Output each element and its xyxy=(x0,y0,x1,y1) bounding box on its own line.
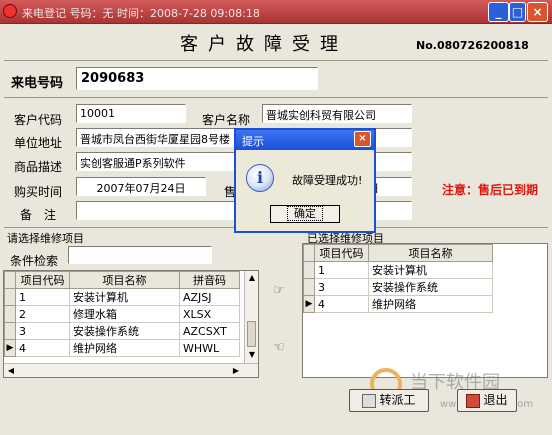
purchase-date-field[interactable]: 2007年07月24日 xyxy=(76,177,206,196)
table-row[interactable]: 3 安装操作系统 xyxy=(303,278,493,296)
add-item-hand-icon[interactable]: ☞ xyxy=(273,283,285,298)
search-label: 条件检索 xyxy=(10,254,59,268)
cell-pinyin: AZJSJ xyxy=(179,288,240,306)
customer-name-field[interactable]: 晋城实创科贸有限公司 xyxy=(262,104,412,123)
table-row[interactable]: 1 安装计算机 AZJSJ xyxy=(4,288,240,306)
customer-code-field[interactable]: 10001 xyxy=(76,104,186,123)
exit-button-label: 退出 xyxy=(483,393,508,407)
dialog-message: 故障受理成功! xyxy=(292,174,363,187)
app-window: 来电登记 号码：无 时间：2008-7-28 09:08:18 _ □ × 客户… xyxy=(0,0,552,435)
table-row[interactable]: ▶ 4 维护网络 xyxy=(303,295,493,313)
left-grid-vertical-scrollbar[interactable]: ▲ ▼ xyxy=(244,271,258,363)
search-input[interactable] xyxy=(68,246,212,264)
scroll-up-arrow-icon[interactable]: ▲ xyxy=(246,272,258,284)
caller-number-field[interactable]: 2090683 xyxy=(76,67,318,90)
cell-name: 维护网络 xyxy=(368,295,493,313)
info-icon: i xyxy=(246,164,274,192)
exit-icon xyxy=(466,393,481,408)
dialog-title: 提示 xyxy=(242,135,264,148)
left-grid-horizontal-scrollbar[interactable]: ◀ ▶ xyxy=(4,363,258,377)
product-label: 商品描述 xyxy=(14,160,63,174)
cell-code: 1 xyxy=(15,288,70,306)
cell-pinyin: WHWL xyxy=(179,339,240,357)
warning-text: 注意：售后已到期 xyxy=(442,183,539,197)
divider xyxy=(4,60,548,61)
maximize-button[interactable]: □ xyxy=(509,2,526,22)
row-indicator xyxy=(4,288,16,306)
document-icon xyxy=(362,393,377,408)
selected-items-grid[interactable]: 项目代码 项目名称 1 安装计算机 3 安装操作系统 ▶ 4 维护网络 xyxy=(302,243,548,378)
cell-name: 维护网络 xyxy=(69,339,180,357)
info-dialog: 提示 × i 故障受理成功! 确定 xyxy=(234,128,376,233)
cell-pinyin: XLSX xyxy=(179,305,240,323)
column-header-name[interactable]: 项目名称 xyxy=(368,244,493,262)
cell-code: 4 xyxy=(15,339,70,357)
remove-item-hand-icon[interactable]: ☜ xyxy=(273,340,285,355)
table-row[interactable]: 1 安装计算机 xyxy=(303,261,493,279)
dialog-close-icon[interactable]: × xyxy=(354,131,371,147)
customer-name-label: 客户名称 xyxy=(202,113,251,127)
transfer-button[interactable]: 转派工 xyxy=(349,389,429,412)
row-indicator xyxy=(4,305,16,323)
cell-name: 安装计算机 xyxy=(69,288,180,306)
row-indicator xyxy=(303,261,315,279)
window-title: 来电登记 号码：无 时间：2008-7-28 09:08:18 xyxy=(22,7,260,20)
exit-button[interactable]: 退出 xyxy=(457,389,517,412)
cell-name: 安装操作系统 xyxy=(368,278,493,296)
app-icon xyxy=(3,4,17,18)
customer-code-label: 客户代码 xyxy=(14,113,63,127)
form-title: 客户故障受理 xyxy=(180,34,348,55)
scroll-thumb[interactable] xyxy=(247,321,256,347)
dialog-title-bar[interactable]: 提示 × xyxy=(236,130,374,150)
cell-name: 安装计算机 xyxy=(368,261,493,279)
cell-code: 4 xyxy=(314,295,369,313)
left-panel-title: 请选择维修项目 xyxy=(7,232,84,245)
cell-code: 3 xyxy=(314,278,369,296)
cell-name: 安装操作系统 xyxy=(69,322,180,340)
cell-name: 修理水箱 xyxy=(69,305,180,323)
scroll-left-arrow-icon[interactable]: ◀ xyxy=(5,365,17,377)
close-button[interactable]: × xyxy=(527,2,548,22)
column-header-code[interactable]: 项目代码 xyxy=(15,271,70,289)
current-row-arrow-icon: ▶ xyxy=(303,295,315,313)
remarks-label: 备 注 xyxy=(20,208,57,222)
transfer-button-label: 转派工 xyxy=(379,393,416,407)
column-header-pinyin[interactable]: 拼音码 xyxy=(179,271,240,289)
title-bar[interactable]: 来电登记 号码：无 时间：2008-7-28 09:08:18 _ □ × xyxy=(0,0,552,24)
row-indicator-header xyxy=(303,244,315,262)
column-header-name[interactable]: 项目名称 xyxy=(69,271,180,289)
row-indicator-header xyxy=(4,271,16,289)
dialog-ok-label: 确定 xyxy=(287,206,323,221)
dialog-ok-button[interactable]: 确定 xyxy=(270,205,340,223)
scroll-right-arrow-icon[interactable]: ▶ xyxy=(230,365,242,377)
cell-code: 1 xyxy=(314,261,369,279)
scroll-down-arrow-icon[interactable]: ▼ xyxy=(246,349,258,361)
column-header-code[interactable]: 项目代码 xyxy=(314,244,369,262)
table-row[interactable]: 3 安装操作系统 AZCSXT xyxy=(4,322,240,340)
minimize-button[interactable]: _ xyxy=(488,2,509,22)
row-indicator xyxy=(303,278,315,296)
cell-code: 3 xyxy=(15,322,70,340)
serial-number: No.080726200818 xyxy=(416,39,529,52)
table-row[interactable]: ▶ 4 维护网络 WHWL xyxy=(4,339,240,357)
caller-number-label: 来电号码 xyxy=(11,76,64,91)
address-label: 单位地址 xyxy=(14,136,63,150)
purchase-date-label: 购买时间 xyxy=(14,185,63,199)
row-indicator xyxy=(4,322,16,340)
current-row-arrow-icon: ▶ xyxy=(4,339,16,357)
available-items-grid[interactable]: 项目代码 项目名称 拼音码 1 安装计算机 AZJSJ 2 修理水箱 XLSX xyxy=(3,270,259,378)
table-row[interactable]: 2 修理水箱 XLSX xyxy=(4,305,240,323)
cell-pinyin: AZCSXT xyxy=(179,322,240,340)
divider xyxy=(4,97,548,98)
cell-code: 2 xyxy=(15,305,70,323)
